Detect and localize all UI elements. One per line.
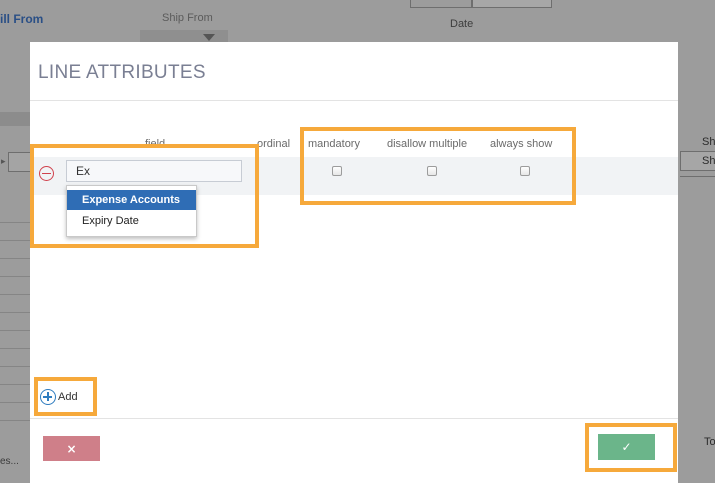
autocomplete-dropdown: Expense Accounts Expiry Date bbox=[66, 185, 197, 237]
background-field bbox=[410, 0, 472, 8]
chevron-down-icon bbox=[203, 34, 215, 41]
column-header-ordinal: ordinal bbox=[257, 138, 291, 150]
mandatory-checkbox[interactable] bbox=[332, 166, 342, 176]
disallow-multiple-checkbox[interactable] bbox=[427, 166, 437, 176]
column-header-disallow-multiple: disallow multiple bbox=[387, 138, 468, 150]
close-icon: × bbox=[66, 441, 77, 456]
line-attributes-modal: LINE ATTRIBUTES field ordinal mandatory … bbox=[30, 42, 678, 483]
background-input: Sh bbox=[680, 151, 715, 171]
bill-from-heading: ill From bbox=[0, 12, 44, 26]
column-header-field: field bbox=[145, 138, 166, 150]
background-marker: ▸ bbox=[1, 156, 6, 166]
modal-title: LINE ATTRIBUTES bbox=[38, 62, 206, 83]
column-header-always-show: always show bbox=[490, 138, 553, 150]
date-label: Date bbox=[450, 18, 474, 30]
add-circle-icon bbox=[40, 389, 56, 405]
background-ellipsis: es... bbox=[0, 456, 19, 467]
autocomplete-option-expiry-date[interactable]: Expiry Date bbox=[67, 211, 196, 231]
remove-circle-icon[interactable] bbox=[39, 166, 54, 181]
divider bbox=[30, 418, 678, 419]
add-label: Add bbox=[58, 391, 78, 403]
divider bbox=[30, 100, 678, 101]
cancel-button[interactable]: × bbox=[43, 436, 100, 461]
background-band bbox=[0, 112, 30, 126]
field-input[interactable] bbox=[66, 160, 242, 182]
column-header-mandatory: mandatory bbox=[308, 138, 360, 150]
confirm-button[interactable]: ✓ bbox=[598, 434, 655, 460]
ship-from-label: Ship From bbox=[162, 12, 213, 24]
background-total-label: To bbox=[704, 436, 715, 448]
check-icon: ✓ bbox=[621, 440, 632, 454]
background-field bbox=[472, 0, 552, 8]
background-input-text: Sh bbox=[702, 155, 715, 167]
background-column-label: Sh bbox=[702, 136, 715, 148]
autocomplete-option-expense-accounts[interactable]: Expense Accounts bbox=[67, 190, 196, 210]
always-show-checkbox[interactable] bbox=[520, 166, 530, 176]
background-table-rows bbox=[0, 205, 30, 430]
add-button[interactable]: Add bbox=[40, 388, 78, 406]
divider bbox=[680, 176, 715, 177]
